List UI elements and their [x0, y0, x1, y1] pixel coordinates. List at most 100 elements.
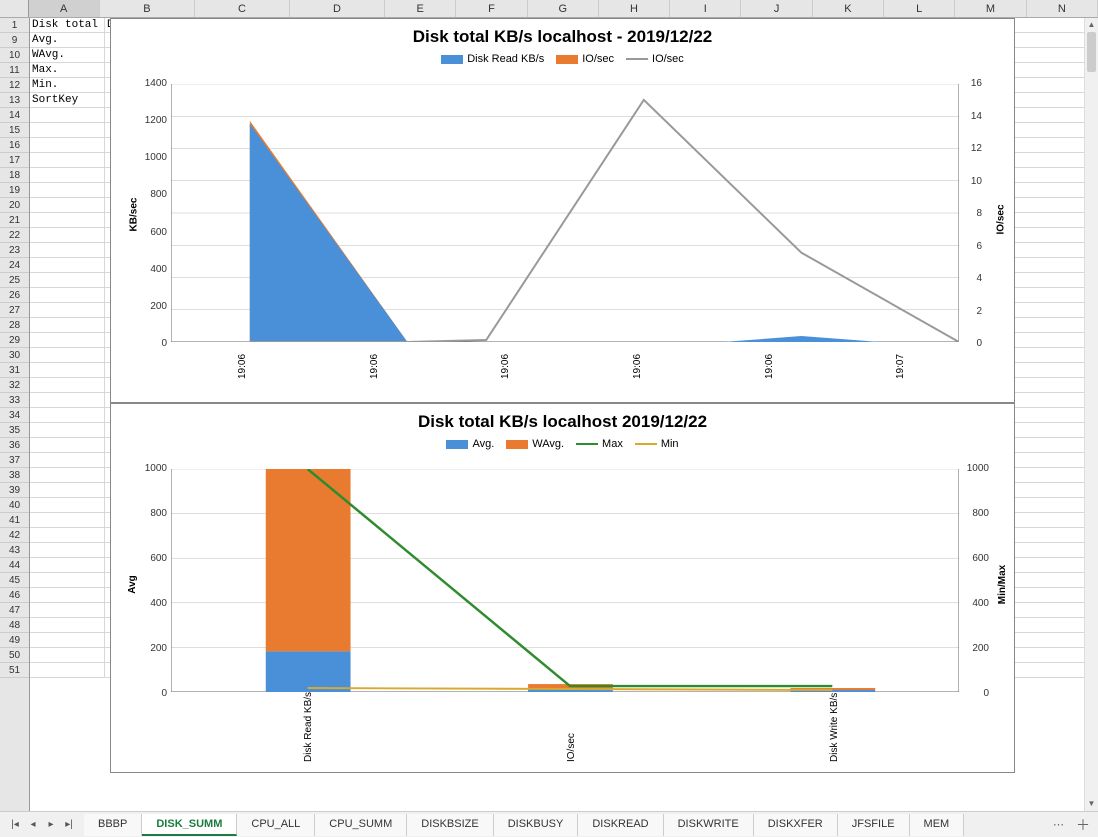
cell-A30[interactable]	[30, 348, 105, 362]
sheet-tab-mem[interactable]: MEM	[910, 814, 965, 836]
row-header-19[interactable]: 19	[0, 183, 29, 198]
cell-A13[interactable]: SortKey	[30, 93, 105, 107]
cell-A22[interactable]	[30, 228, 105, 242]
row-header-15[interactable]: 15	[0, 123, 29, 138]
add-sheet-button[interactable]: ＋	[1068, 815, 1098, 835]
cell-A25[interactable]	[30, 273, 105, 287]
cell-A24[interactable]	[30, 258, 105, 272]
cell-A45[interactable]	[30, 573, 105, 587]
row-header-25[interactable]: 25	[0, 273, 29, 288]
cell-A47[interactable]	[30, 603, 105, 617]
row-header-14[interactable]: 14	[0, 108, 29, 123]
cell-A38[interactable]	[30, 468, 105, 482]
row-header-34[interactable]: 34	[0, 408, 29, 423]
sheet-tab-disk_summ[interactable]: DISK_SUMM	[142, 814, 237, 836]
cell-A48[interactable]	[30, 618, 105, 632]
row-header-35[interactable]: 35	[0, 423, 29, 438]
cell-A20[interactable]	[30, 198, 105, 212]
cell-A42[interactable]	[30, 528, 105, 542]
column-header-A[interactable]: A	[29, 0, 100, 17]
chart-disk-total-timeseries[interactable]: Disk total KB/s localhost - 2019/12/22 D…	[110, 18, 1015, 403]
cell-A37[interactable]	[30, 453, 105, 467]
column-header-K[interactable]: K	[813, 0, 884, 17]
column-header-I[interactable]: I	[670, 0, 741, 17]
cell-A31[interactable]	[30, 363, 105, 377]
cell-A50[interactable]	[30, 648, 105, 662]
cell-A1[interactable]: Disk total	[30, 18, 105, 32]
cell-A36[interactable]	[30, 438, 105, 452]
cell-A34[interactable]	[30, 408, 105, 422]
sheet-tab-diskread[interactable]: DISKREAD	[578, 814, 663, 836]
tab-nav-last[interactable]: ▸|	[60, 816, 78, 834]
cell-A28[interactable]	[30, 318, 105, 332]
cell-A19[interactable]	[30, 183, 105, 197]
row-header-46[interactable]: 46	[0, 588, 29, 603]
row-header-28[interactable]: 28	[0, 318, 29, 333]
tab-more-icon[interactable]: ⋯	[1049, 818, 1068, 831]
row-header-41[interactable]: 41	[0, 513, 29, 528]
sheet-tab-jfsfile[interactable]: JFSFILE	[838, 814, 910, 836]
cell-A49[interactable]	[30, 633, 105, 647]
cell-A10[interactable]: WAvg.	[30, 48, 105, 62]
scroll-up-button[interactable]: ▲	[1085, 18, 1098, 32]
row-header-18[interactable]: 18	[0, 168, 29, 183]
row-header-12[interactable]: 12	[0, 78, 29, 93]
cell-A43[interactable]	[30, 543, 105, 557]
row-header-48[interactable]: 48	[0, 618, 29, 633]
row-header-40[interactable]: 40	[0, 498, 29, 513]
row-header-24[interactable]: 24	[0, 258, 29, 273]
tab-nav-next[interactable]: ▸	[42, 816, 60, 834]
cell-A40[interactable]	[30, 498, 105, 512]
cell-A14[interactable]	[30, 108, 105, 122]
cell-A16[interactable]	[30, 138, 105, 152]
row-header-1[interactable]: 1	[0, 18, 29, 33]
row-header-32[interactable]: 32	[0, 378, 29, 393]
cell-A12[interactable]: Min.	[30, 78, 105, 92]
sheet-tab-diskwrite[interactable]: DISKWRITE	[664, 814, 754, 836]
column-header-D[interactable]: D	[290, 0, 385, 17]
column-header-F[interactable]: F	[456, 0, 527, 17]
row-header-13[interactable]: 13	[0, 93, 29, 108]
row-header-51[interactable]: 51	[0, 663, 29, 678]
vertical-scrollbar[interactable]: ▲ ▼	[1084, 18, 1098, 811]
row-header-44[interactable]: 44	[0, 558, 29, 573]
column-header-B[interactable]: B	[100, 0, 195, 17]
cell-A21[interactable]	[30, 213, 105, 227]
sheet-tab-bbbp[interactable]: BBBP	[84, 814, 142, 836]
column-header-C[interactable]: C	[195, 0, 290, 17]
row-header-42[interactable]: 42	[0, 528, 29, 543]
cell-A44[interactable]	[30, 558, 105, 572]
cell-A39[interactable]	[30, 483, 105, 497]
cell-A41[interactable]	[30, 513, 105, 527]
tab-nav-first[interactable]: |◂	[6, 816, 24, 834]
row-header-26[interactable]: 26	[0, 288, 29, 303]
sheet-tab-diskbusy[interactable]: DISKBUSY	[494, 814, 579, 836]
row-header-11[interactable]: 11	[0, 63, 29, 78]
row-header-37[interactable]: 37	[0, 453, 29, 468]
row-header-31[interactable]: 31	[0, 363, 29, 378]
column-header-E[interactable]: E	[385, 0, 456, 17]
chart-disk-total-summary[interactable]: Disk total KB/s localhost 2019/12/22 Avg…	[110, 403, 1015, 773]
spreadsheet-grid[interactable]: Disk totalDisk Read KB/IO/secDisk Write …	[30, 18, 1098, 811]
cell-A46[interactable]	[30, 588, 105, 602]
cell-A17[interactable]	[30, 153, 105, 167]
column-header-N[interactable]: N	[1027, 0, 1098, 17]
row-header-36[interactable]: 36	[0, 438, 29, 453]
row-header-22[interactable]: 22	[0, 228, 29, 243]
cell-A15[interactable]	[30, 123, 105, 137]
cell-A51[interactable]	[30, 663, 105, 677]
row-header-29[interactable]: 29	[0, 333, 29, 348]
cell-A35[interactable]	[30, 423, 105, 437]
sheet-tab-cpu_summ[interactable]: CPU_SUMM	[315, 814, 407, 836]
row-header-21[interactable]: 21	[0, 213, 29, 228]
cell-A26[interactable]	[30, 288, 105, 302]
row-header-10[interactable]: 10	[0, 48, 29, 63]
row-header-49[interactable]: 49	[0, 633, 29, 648]
cell-A33[interactable]	[30, 393, 105, 407]
row-header-45[interactable]: 45	[0, 573, 29, 588]
cell-A9[interactable]: Avg.	[30, 33, 105, 47]
sheet-tab-cpu_all[interactable]: CPU_ALL	[237, 814, 315, 836]
cell-A27[interactable]	[30, 303, 105, 317]
row-header-27[interactable]: 27	[0, 303, 29, 318]
cell-A11[interactable]: Max.	[30, 63, 105, 77]
